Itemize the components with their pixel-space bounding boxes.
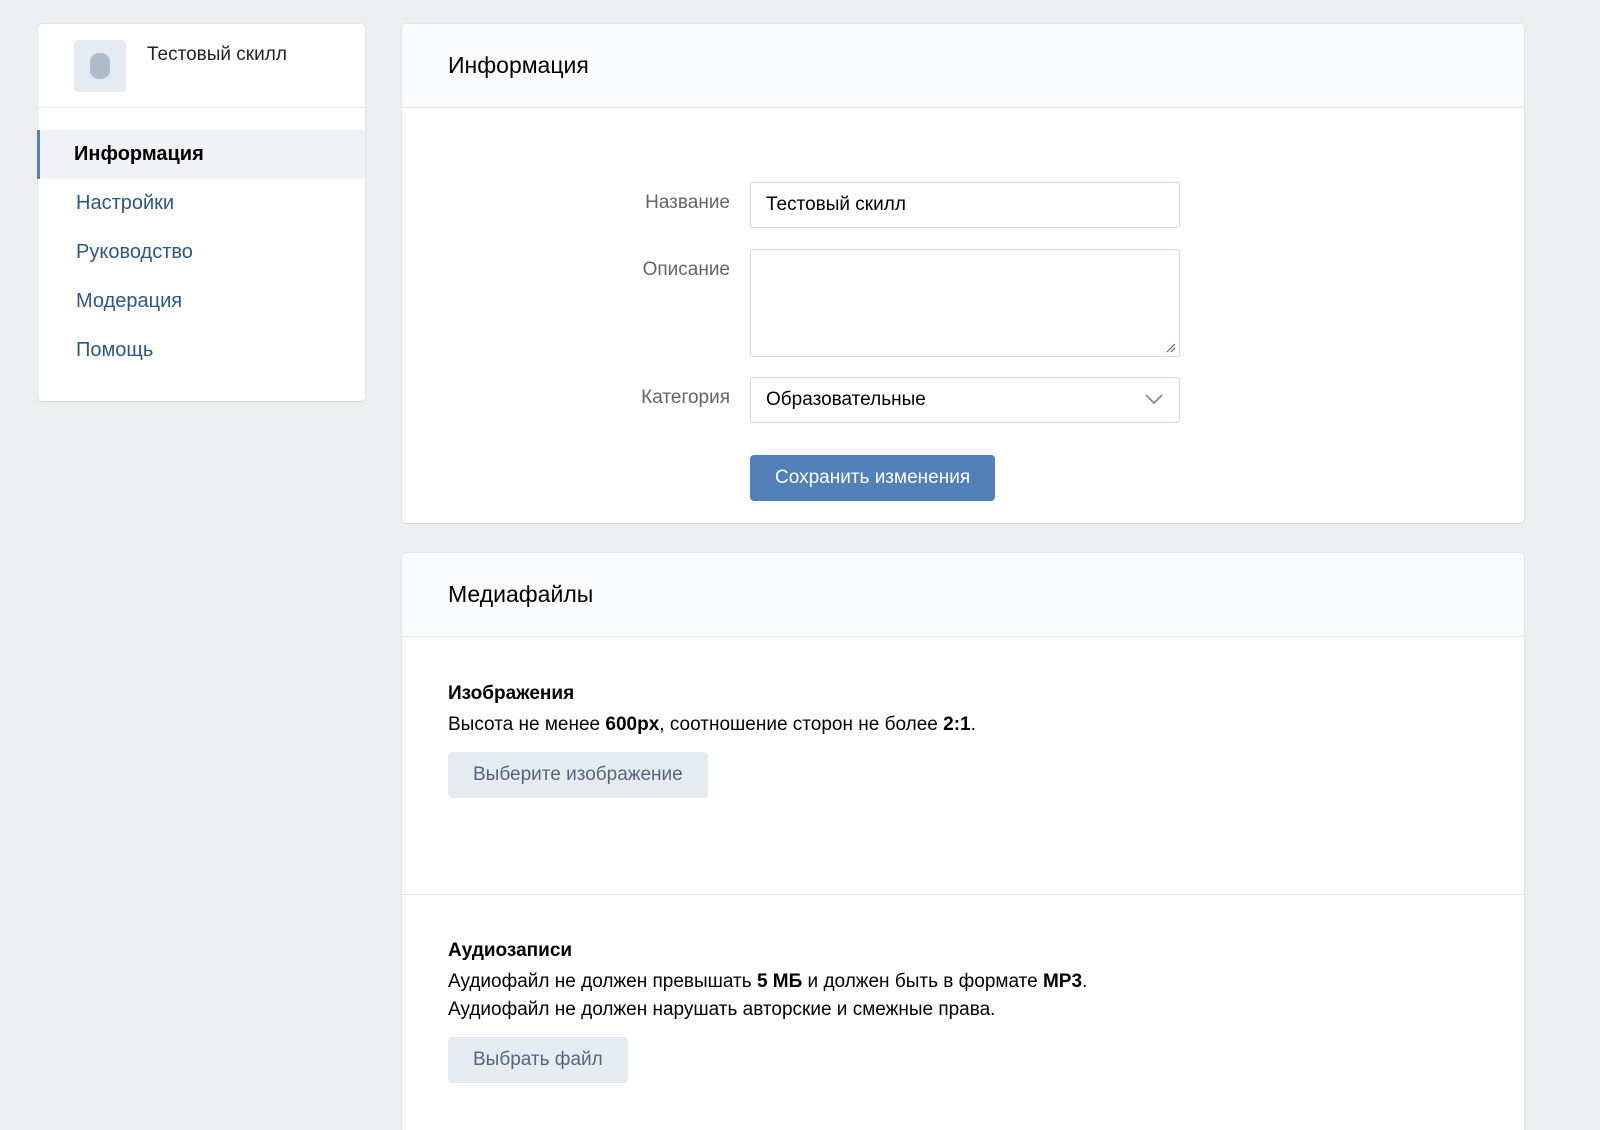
audio-rights-note: Аудиофайл не должен нарушать авторские и… (448, 999, 996, 1020)
audio-title: Аудиозаписи (448, 940, 573, 961)
media-card-header: Медиафайлы (402, 553, 1524, 637)
save-changes-button[interactable]: Сохранить изменения (750, 455, 996, 501)
audio-section: Аудиозаписи Аудиофайл не должен превышат… (448, 940, 1087, 1083)
sidebar-nav: Информация Настройки Руководство Модерац… (37, 108, 365, 375)
sidebar-item-help[interactable]: Помощь (37, 326, 365, 375)
page: Тестовый скилл Информация Настройки Руко… (0, 0, 1600, 1130)
sidebar: Тестовый скилл Информация Настройки Руко… (37, 24, 365, 401)
category-label: Категория (641, 387, 730, 408)
images-requirements: Высота не менее 600px, соотношение сторо… (448, 714, 976, 735)
media-card: Медиафайлы Изображения Высота не менее 6… (402, 553, 1524, 1130)
media-divider (402, 894, 1524, 895)
name-input[interactable]: Тестовый скилл (750, 182, 1180, 228)
description-textarea[interactable] (750, 249, 1180, 357)
app-placeholder-icon (90, 53, 110, 79)
resize-handle-icon[interactable] (1164, 341, 1176, 353)
audio-requirements: Аудиофайл не должен превышать 5 МБ и дол… (448, 971, 1088, 992)
info-card-title: Информация (448, 52, 589, 78)
info-card-header: Информация (402, 24, 1524, 108)
choose-image-button[interactable]: Выберите изображение (448, 752, 708, 798)
sidebar-item-moderation[interactable]: Модерация (37, 277, 365, 326)
sidebar-item-settings[interactable]: Настройки (37, 179, 365, 228)
images-title: Изображения (448, 683, 575, 704)
category-select[interactable]: Образовательные (750, 377, 1180, 423)
name-label: Название (645, 192, 730, 213)
app-header: Тестовый скилл (38, 24, 365, 108)
info-card: Информация Название Тестовый скилл Описа… (402, 24, 1524, 523)
category-selected-value: Образовательные (766, 389, 926, 410)
images-section: Изображения Высота не менее 600px, соотн… (448, 683, 976, 798)
sidebar-item-info[interactable]: Информация (37, 130, 365, 179)
description-label: Описание (642, 259, 730, 280)
app-name: Тестовый скилл (147, 44, 287, 65)
chevron-down-icon (1145, 394, 1163, 405)
sidebar-item-guide[interactable]: Руководство (37, 228, 365, 277)
app-avatar (74, 40, 126, 92)
media-card-title: Медиафайлы (448, 581, 594, 607)
choose-file-button[interactable]: Выбрать файл (448, 1037, 628, 1083)
